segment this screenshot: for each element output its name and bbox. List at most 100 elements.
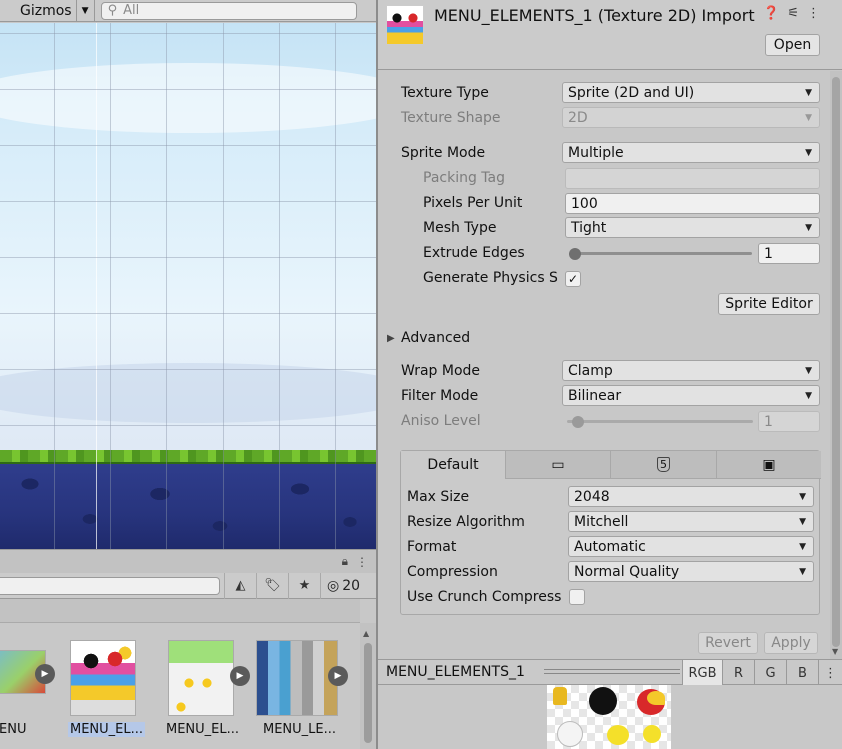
channel-b-button[interactable]: B — [786, 660, 818, 686]
more-options-icon[interactable]: ⋮ — [818, 660, 842, 686]
monitor-icon: ▭ — [551, 456, 565, 473]
asset-item[interactable]: ▶ — [0, 640, 55, 716]
resize-algorithm-dropdown[interactable]: Mitchell ▼ — [568, 511, 814, 532]
expand-sprites-icon[interactable]: ▶ — [328, 666, 348, 686]
preview-drag-handle[interactable] — [544, 669, 680, 674]
max-size-value: 2048 — [574, 488, 610, 505]
ground-grass — [0, 450, 376, 464]
chevron-down-icon: ▼ — [805, 366, 812, 376]
expand-sprites-icon[interactable]: ▶ — [230, 666, 250, 686]
filter-by-label-icon[interactable]: 🏷︎ — [256, 572, 288, 599]
asset-item-selected[interactable] — [70, 640, 136, 716]
black-bird-sprite — [589, 687, 617, 715]
texture-shape-dropdown: 2D ▼ — [562, 107, 820, 128]
sprite-mode-dropdown[interactable]: Multiple ▼ — [562, 142, 820, 163]
pixels-per-unit-field[interactable]: 100 — [565, 193, 820, 214]
hidden-packages-toggle[interactable]: ◎ 20 — [320, 572, 366, 599]
project-search-input[interactable] — [0, 576, 220, 595]
texture-type-value: Sprite (2D and UI) — [568, 84, 695, 101]
inspector-scroll-thumb[interactable] — [832, 77, 840, 647]
scroll-up-icon[interactable]: ▲ — [363, 629, 369, 638]
extrude-edges-field[interactable]: 1 — [758, 243, 820, 264]
scroll-down-icon[interactable]: ▼ — [832, 647, 838, 656]
chevron-down-icon: ▼ — [799, 517, 806, 527]
tab-webgl[interactable]: 5 — [611, 451, 717, 479]
texture-type-label: Texture Type — [401, 85, 489, 101]
generate-physics-shape-checkbox[interactable]: ✓ — [565, 271, 581, 287]
tab-default-label: Default — [427, 457, 479, 473]
compression-dropdown[interactable]: Normal Quality ▼ — [568, 561, 814, 582]
gizmos-button[interactable]: Gizmos — [0, 0, 77, 22]
use-crunch-compression-label: Use Crunch Compress — [407, 589, 562, 605]
project-scroll-thumb[interactable] — [364, 643, 372, 743]
advanced-foldout-label[interactable]: Advanced — [401, 330, 470, 346]
sprite-mode-value: Multiple — [568, 144, 624, 161]
asset-label-selected: MENU_EL... — [68, 722, 146, 737]
grid-line — [279, 23, 280, 549]
channel-g-button[interactable]: G — [754, 660, 786, 686]
channel-rgb-button[interactable]: RGB — [682, 660, 722, 686]
lock-icon[interactable]: 🔒︎ — [342, 554, 348, 569]
generate-physics-shape-label: Generate Physics S — [423, 270, 558, 286]
filter-mode-dropdown[interactable]: Bilinear ▼ — [562, 385, 820, 406]
more-options-icon[interactable]: ⋮ — [807, 6, 820, 21]
asset-thumbnail — [70, 640, 136, 716]
apply-button[interactable]: Apply — [764, 632, 818, 654]
packing-tag-field — [565, 168, 820, 189]
use-crunch-compression-checkbox[interactable] — [569, 589, 585, 605]
aniso-level-field: 1 — [758, 411, 820, 432]
filter-by-type-icon[interactable]: ◭ — [224, 572, 256, 599]
max-size-dropdown[interactable]: 2048 ▼ — [568, 486, 814, 507]
mesh-type-dropdown[interactable]: Tight ▼ — [565, 217, 820, 238]
chevron-down-icon: ▼ — [805, 88, 812, 98]
project-scrollbar[interactable]: ▲ — [360, 623, 376, 749]
resize-algorithm-label: Resize Algorithm — [407, 514, 525, 530]
texture-preview-image — [547, 685, 671, 749]
wrap-mode-dropdown[interactable]: Clamp ▼ — [562, 360, 820, 381]
chevron-down-icon: ▼ — [805, 113, 812, 123]
sprite-editor-button[interactable]: Sprite Editor — [718, 293, 820, 315]
help-icon[interactable]: ❓ — [763, 6, 779, 21]
preset-sliders-icon[interactable]: ⚟ — [787, 6, 799, 21]
foldout-arrow-icon[interactable]: ▶ — [387, 333, 395, 344]
html5-icon: 5 — [657, 457, 670, 472]
grid-line — [0, 201, 376, 202]
preview-header: MENU_ELEMENTS_1 RGB R G B ⋮ — [378, 659, 842, 686]
open-button[interactable]: Open — [765, 34, 820, 56]
tab-standalone[interactable]: ▭ — [506, 451, 611, 479]
revert-button[interactable]: Revert — [698, 632, 758, 654]
extrude-edges-slider-knob[interactable] — [568, 248, 581, 260]
tab-android[interactable]: ▣ — [717, 451, 821, 479]
inspector-title: MENU_ELEMENTS_1 (Texture 2D) Import — [434, 6, 755, 25]
asset-item[interactable]: ▶ — [256, 640, 348, 716]
grid-line — [335, 23, 336, 549]
extrude-edges-label: Extrude Edges — [423, 245, 525, 261]
format-dropdown[interactable]: Automatic ▼ — [568, 536, 814, 557]
asset-item[interactable]: ▶ — [168, 640, 250, 716]
grid-line — [223, 23, 224, 549]
trophy-icon — [553, 687, 567, 705]
scene-search-input[interactable]: ⚲ All — [100, 1, 357, 20]
filter-mode-label: Filter Mode — [401, 388, 479, 404]
expand-sprites-icon[interactable]: ▶ — [35, 664, 55, 684]
more-options-icon[interactable]: ⋮ — [356, 555, 368, 569]
android-icon: ▣ — [762, 456, 776, 473]
grid-line — [54, 23, 55, 549]
inspector-scrollbar[interactable]: ▼ — [830, 71, 842, 659]
scene-view[interactable] — [0, 23, 376, 549]
favorites-star-icon[interactable]: ★ — [288, 572, 320, 599]
scene-toolbar: Gizmos ▼ ⚲ All — [0, 0, 376, 22]
extrude-edges-slider-track[interactable] — [571, 252, 752, 255]
chevron-down-icon: ▼ — [805, 223, 812, 233]
texture-thumbnail — [386, 5, 424, 45]
channel-r-button[interactable]: R — [722, 660, 754, 686]
grid-line — [166, 23, 167, 549]
gizmos-dropdown-arrow-icon[interactable]: ▼ — [77, 0, 95, 22]
yellow-bird-sprite — [647, 691, 665, 705]
hidden-packages-count: 20 — [342, 577, 361, 594]
texture-type-dropdown[interactable]: Sprite (2D and UI) ▼ — [562, 82, 820, 103]
tab-default[interactable]: Default — [401, 451, 506, 479]
mesh-type-value: Tight — [571, 219, 607, 236]
mesh-type-label: Mesh Type — [423, 220, 497, 236]
grid-line — [96, 23, 97, 549]
